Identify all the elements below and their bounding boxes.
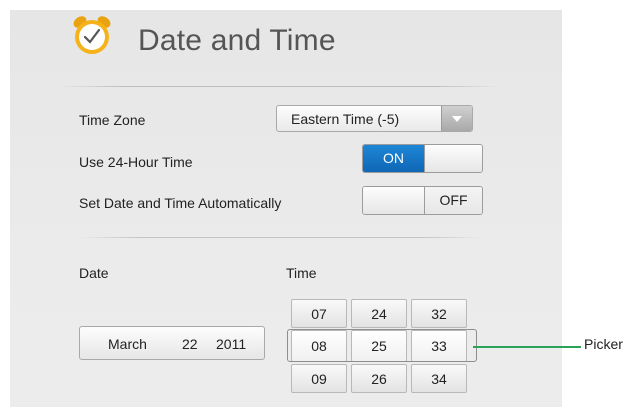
toggle-on-label: ON bbox=[363, 145, 424, 172]
second-option-selected[interactable]: 33 bbox=[411, 330, 467, 362]
toggle-knob[interactable] bbox=[424, 145, 482, 172]
callout-label: Picker bbox=[584, 336, 623, 352]
time-zone-value: Eastern Time (-5) bbox=[291, 111, 400, 127]
date-day: 22 bbox=[182, 336, 198, 352]
callout-line bbox=[473, 346, 581, 348]
second-option-below[interactable]: 34 bbox=[411, 364, 467, 393]
time-zone-label: Time Zone bbox=[79, 112, 146, 128]
minute-option-above[interactable]: 24 bbox=[351, 299, 407, 328]
date-month: March bbox=[108, 336, 147, 352]
auto-set-toggle[interactable]: OFF bbox=[362, 186, 483, 215]
date-year: 2011 bbox=[216, 336, 247, 352]
date-label: Date bbox=[79, 265, 109, 281]
section-divider bbox=[78, 237, 484, 238]
hour-option-above[interactable]: 07 bbox=[291, 299, 347, 328]
page-title: Date and Time bbox=[138, 24, 336, 57]
use-24-hour-label: Use 24-Hour Time bbox=[79, 154, 193, 170]
header-divider bbox=[58, 86, 500, 87]
minute-option-selected[interactable]: 25 bbox=[351, 330, 407, 362]
toggle-off-label: OFF bbox=[425, 187, 482, 214]
time-label: Time bbox=[286, 265, 317, 281]
date-field[interactable]: March 22 2011 bbox=[79, 326, 265, 360]
chevron-down-icon[interactable] bbox=[441, 106, 472, 131]
minute-option-below[interactable]: 26 bbox=[351, 364, 407, 393]
auto-set-label: Set Date and Time Automatically bbox=[79, 195, 282, 211]
toggle-knob[interactable] bbox=[363, 187, 425, 214]
alarm-clock-icon bbox=[73, 16, 111, 54]
use-24-hour-toggle[interactable]: ON bbox=[362, 144, 483, 173]
time-zone-dropdown[interactable]: Eastern Time (-5) bbox=[276, 105, 473, 132]
hour-option-below[interactable]: 09 bbox=[291, 364, 347, 393]
second-option-above[interactable]: 32 bbox=[411, 299, 467, 328]
hour-option-selected[interactable]: 08 bbox=[291, 330, 347, 362]
